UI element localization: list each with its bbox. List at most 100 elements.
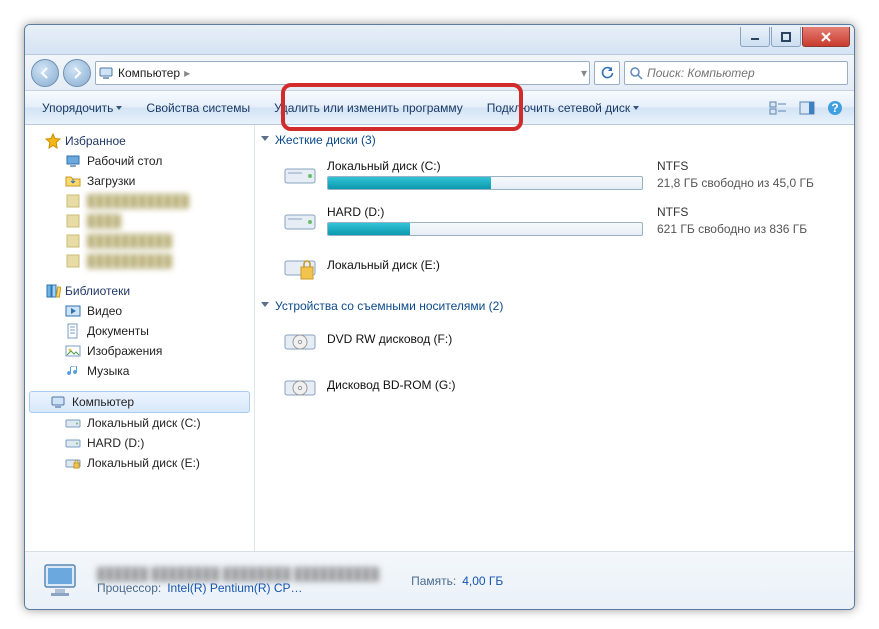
- tree-item[interactable]: ████████████: [25, 191, 254, 211]
- collapse-icon: [261, 302, 269, 311]
- preview-pane-button[interactable]: [794, 96, 820, 120]
- hdd-icon: [283, 203, 317, 237]
- tree-header-libraries[interactable]: Библиотеки: [25, 281, 254, 301]
- view-options-button[interactable]: [766, 96, 792, 120]
- organize-button[interactable]: Упорядочить: [31, 95, 133, 121]
- drive-item[interactable]: HARD (D:)NTFS621 ГБ свободно из 836 ГБ: [261, 199, 844, 245]
- blur-icon: [65, 233, 81, 249]
- address-bar[interactable]: Компьютер ▸ ▾: [95, 61, 590, 85]
- search-input[interactable]: [647, 66, 843, 80]
- removable-item[interactable]: DVD RW дисковод (F:): [261, 319, 844, 365]
- hdd-lock-icon: [65, 455, 81, 471]
- capacity-bar: [327, 222, 643, 236]
- view-icon: [769, 101, 787, 115]
- tree-item-label: Загрузки: [87, 174, 135, 188]
- tree-item[interactable]: Локальный диск (C:): [25, 413, 254, 433]
- details-text: ██████ ████████ ████████ ██████████ Проц…: [97, 567, 379, 595]
- drive-filesystem: NTFS: [657, 159, 814, 173]
- navigation-row: Компьютер ▸ ▾: [25, 55, 854, 91]
- window-titlebar: [25, 25, 854, 55]
- tree-item[interactable]: Рабочий стол: [25, 151, 254, 171]
- map-network-drive-button[interactable]: Подключить сетевой диск: [476, 95, 650, 121]
- tree-header-label: Избранное: [65, 134, 126, 148]
- chevron-down-icon: [633, 106, 639, 110]
- tree-item-label: Рабочий стол: [87, 154, 162, 168]
- pictures-icon: [65, 343, 81, 359]
- refresh-icon: [600, 66, 614, 80]
- tree-item[interactable]: HARD (D:): [25, 433, 254, 453]
- star-icon: [45, 133, 61, 149]
- tree-favorites: Избранное Рабочий столЗагрузки██████████…: [25, 131, 254, 271]
- blur-icon: [65, 213, 81, 229]
- drive-item[interactable]: Локальный диск (C:) NTFS 21,8 ГБ свободно …: [261, 153, 844, 199]
- tree-item[interactable]: Музыка: [25, 361, 254, 381]
- help-icon: ?: [827, 100, 843, 116]
- explorer-window: Компьютер ▸ ▾ Упорядочить Свойства систе…: [24, 24, 855, 610]
- blur-icon: [65, 193, 81, 209]
- help-button[interactable]: ?: [822, 96, 848, 120]
- tree-item-label: Музыка: [87, 364, 129, 378]
- details-cpu-label: Процессор:: [97, 581, 161, 595]
- drive-name: Локальный диск (C:): [327, 159, 647, 173]
- documents-icon: [65, 323, 81, 339]
- content-pane[interactable]: Жесткие диски (3) Локальный диск (C:) NTF…: [255, 125, 854, 551]
- close-button[interactable]: [802, 27, 850, 47]
- drive-name: DVD RW дисковод (F:): [327, 332, 647, 346]
- system-properties-label: Свойства системы: [146, 101, 250, 115]
- desktop-icon: [65, 153, 81, 169]
- explorer-body: Избранное Рабочий столЗагрузки██████████…: [25, 125, 854, 551]
- drive-free-space: 21,8 ГБ свободно из 45,0 ГБ: [657, 176, 814, 190]
- hdd-icon: [283, 157, 317, 191]
- tree-item[interactable]: ██████████: [25, 231, 254, 251]
- minimize-icon: [750, 32, 760, 42]
- hdd-icon: [65, 415, 81, 431]
- tree-item-label: Документы: [87, 324, 149, 338]
- tree-item[interactable]: Видео: [25, 301, 254, 321]
- tree-header-label: Компьютер: [72, 395, 134, 409]
- tree-header-computer[interactable]: Компьютер: [29, 391, 250, 413]
- computer-icon: [98, 65, 114, 81]
- tree-item[interactable]: Локальный диск (E:): [25, 453, 254, 473]
- address-dropdown-icon[interactable]: ▾: [581, 66, 587, 80]
- capacity-bar: [327, 176, 643, 190]
- tree-header-favorites[interactable]: Избранное: [25, 131, 254, 151]
- tree-computer: Компьютер Локальный диск (C:) HARD (D:) Ло…: [25, 391, 254, 473]
- drive-item[interactable]: Локальный диск (E:): [261, 245, 844, 291]
- navigation-pane[interactable]: Избранное Рабочий столЗагрузки██████████…: [25, 125, 255, 551]
- tree-item[interactable]: Изображения: [25, 341, 254, 361]
- removable-item[interactable]: Дисковод BD-ROM (G:): [261, 365, 844, 411]
- breadcrumb-arrow-icon: ▸: [184, 66, 190, 80]
- tree-item[interactable]: ████: [25, 211, 254, 231]
- svg-text:?: ?: [831, 101, 838, 115]
- tree-header-label: Библиотеки: [65, 284, 130, 298]
- drive-free-space: 621 ГБ свободно из 836 ГБ: [657, 222, 807, 236]
- back-arrow-icon: [39, 67, 51, 79]
- collapse-icon: [261, 136, 269, 145]
- back-button[interactable]: [31, 59, 59, 87]
- details-pane: ██████ ████████ ████████ ██████████ Проц…: [25, 551, 854, 609]
- section-removable[interactable]: Устройства со съемными носителями (2): [261, 299, 844, 313]
- section-hard-drives[interactable]: Жесткие диски (3): [261, 133, 844, 147]
- tree-item[interactable]: ██████████: [25, 251, 254, 271]
- chevron-down-icon: [116, 106, 122, 110]
- command-bar: Упорядочить Свойства системы Удалить или…: [25, 91, 854, 125]
- tree-item[interactable]: Документы: [25, 321, 254, 341]
- tree-item[interactable]: Загрузки: [25, 171, 254, 191]
- search-box[interactable]: [624, 61, 848, 85]
- refresh-button[interactable]: [594, 61, 620, 85]
- uninstall-program-button[interactable]: Удалить или изменить программу: [263, 95, 474, 121]
- maximize-icon: [781, 32, 791, 42]
- tree-libraries: Библиотеки Видео Документы Изображения Музы…: [25, 281, 254, 381]
- maximize-button[interactable]: [771, 27, 801, 47]
- tree-item-label: HARD (D:): [87, 436, 144, 450]
- music-icon: [65, 363, 81, 379]
- breadcrumb-item[interactable]: Компьютер: [118, 66, 180, 80]
- bd-icon: [283, 369, 317, 403]
- forward-button[interactable]: [63, 59, 91, 87]
- dvd-icon: [283, 323, 317, 357]
- system-properties-button[interactable]: Свойства системы: [135, 95, 261, 121]
- close-icon: [820, 32, 832, 42]
- search-icon: [629, 66, 643, 80]
- tree-item-label: ██████████: [87, 254, 172, 268]
- minimize-button[interactable]: [740, 27, 770, 47]
